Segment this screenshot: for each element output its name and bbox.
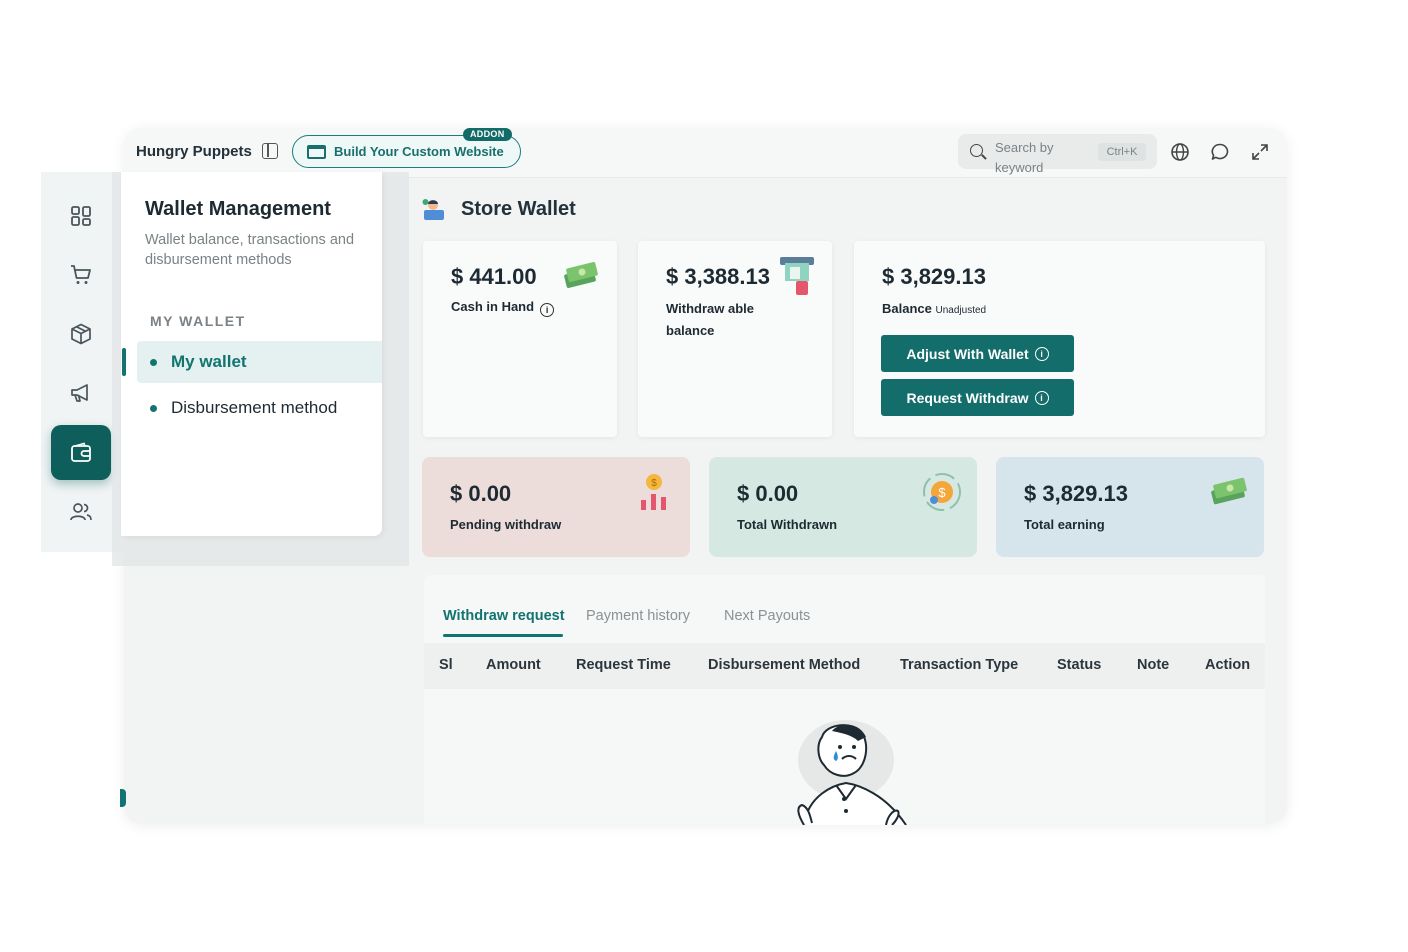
adjust-with-wallet-button[interactable]: Adjust With Wallet i [881, 335, 1074, 372]
cash-in-hand-card: $ 441.00 Cash in Hand i [423, 241, 617, 437]
cash-in-hand-label: Cash in Hand i [451, 296, 555, 318]
scroll-indicator [120, 789, 126, 807]
users-icon[interactable] [51, 484, 111, 539]
column-header[interactable]: Action [1205, 657, 1250, 673]
search-input[interactable]: Search by keyword Ctrl+K [958, 134, 1157, 175]
store-owner-icon [422, 199, 444, 220]
cart-icon[interactable] [51, 247, 111, 302]
money-stack-icon [1211, 477, 1247, 505]
coin-chart-icon: $ [641, 474, 666, 510]
column-header[interactable]: Disbursement Method [708, 657, 860, 673]
atm-icon [780, 257, 814, 295]
box-icon[interactable] [51, 306, 111, 361]
withdrawable-label: Withdraw able balance [666, 301, 755, 338]
total-earning-amount: $ 3,829.13 [1024, 481, 1128, 506]
submenu-panel: Wallet Management Wallet balance, transa… [121, 172, 382, 536]
bullet-icon [150, 405, 157, 412]
tab-next-payouts[interactable]: Next Payouts [724, 608, 810, 624]
icon-rail [41, 172, 122, 552]
pending-withdraw-tile: $ 0.00 Pending withdraw $ [422, 457, 690, 557]
total-withdrawn-amount: $ 0.00 [737, 481, 799, 506]
submenu-description: Wallet balance, transactions and disburs… [145, 232, 355, 268]
addon-badge: ADDON [463, 128, 512, 141]
submenu-section-label: MY WALLET [150, 313, 246, 329]
top-bar: Hungry Puppets Build Your Custom Website… [124, 128, 1287, 178]
active-tab-underline [443, 634, 563, 637]
money-stack-icon [564, 262, 598, 288]
tab-withdraw-request[interactable]: Withdraw request [443, 608, 565, 624]
balance-label: Balance Unadjusted [882, 301, 987, 316]
info-icon: i [1034, 346, 1049, 361]
info-icon[interactable]: i [540, 303, 555, 317]
balance-amount: $ 3,829.13 [882, 264, 986, 289]
brand-name: Hungry Puppets [136, 143, 252, 160]
withdraw-table-card: Withdraw request Payment history Next Pa… [424, 575, 1265, 825]
column-header[interactable]: Sl [439, 657, 453, 673]
withdrawable-amount: $ 3,388.13 [666, 264, 770, 289]
info-icon: i [1034, 390, 1049, 405]
wallet-icon[interactable] [51, 425, 111, 480]
submenu-item-label: My wallet [171, 352, 247, 371]
total-earning-tile: $ 3,829.13 Total earning [996, 457, 1264, 557]
tab-payment-history[interactable]: Payment history [586, 608, 690, 624]
submenu-item-disbursement-method[interactable]: Disbursement method [137, 387, 382, 429]
sidebar-toggle-icon[interactable] [262, 143, 278, 159]
balance-sublabel: Unadjusted [935, 305, 987, 316]
column-header[interactable]: Amount [486, 657, 541, 673]
page-header: Store Wallet [421, 196, 576, 222]
cash-in-hand-amount: $ 441.00 [451, 264, 537, 289]
globe-icon[interactable] [1170, 142, 1190, 162]
submenu-item-my-wallet[interactable]: My wallet [137, 341, 382, 383]
withdrawable-card: $ 3,388.13 Withdraw able balance [638, 241, 832, 437]
balance-card: $ 3,829.13 Balance Unadjusted Adjust Wit… [854, 241, 1265, 437]
bullet-icon [150, 359, 157, 366]
coin-transfer-icon: $ [923, 473, 961, 511]
search-icon [970, 144, 983, 157]
build-website-label: Build Your Custom Website [334, 144, 504, 159]
column-header[interactable]: Request Time [576, 657, 671, 673]
column-header[interactable]: Note [1137, 657, 1169, 673]
active-indicator [122, 348, 126, 376]
pending-withdraw-amount: $ 0.00 [450, 481, 512, 506]
megaphone-icon[interactable] [51, 365, 111, 420]
submenu-item-label: Disbursement method [171, 398, 338, 417]
request-withdraw-button[interactable]: Request Withdraw i [881, 379, 1074, 416]
table-header: Sl Amount Request Time Disbursement Meth… [424, 643, 1265, 689]
empty-state-illustration [797, 720, 907, 825]
search-placeholder: Search by keyword [995, 140, 1054, 175]
pending-withdraw-label: Pending withdraw [450, 517, 562, 532]
search-shortcut: Ctrl+K [1098, 143, 1146, 161]
total-withdrawn-label: Total Withdrawn [737, 517, 838, 532]
fullscreen-icon[interactable] [1250, 142, 1270, 162]
total-withdrawn-tile: $ 0.00 Total Withdrawn $ [709, 457, 977, 557]
store-icon [307, 144, 326, 159]
column-header[interactable]: Status [1057, 657, 1101, 673]
total-earning-label: Total earning [1024, 517, 1105, 532]
chat-icon[interactable] [1210, 142, 1230, 162]
svg-text:$: $ [651, 478, 657, 489]
column-header[interactable]: Transaction Type [900, 657, 1018, 673]
page-title: Store Wallet [461, 197, 576, 220]
svg-text:$: $ [938, 485, 946, 500]
dashboard-icon[interactable] [51, 188, 111, 243]
submenu-title: Wallet Management [145, 198, 331, 220]
